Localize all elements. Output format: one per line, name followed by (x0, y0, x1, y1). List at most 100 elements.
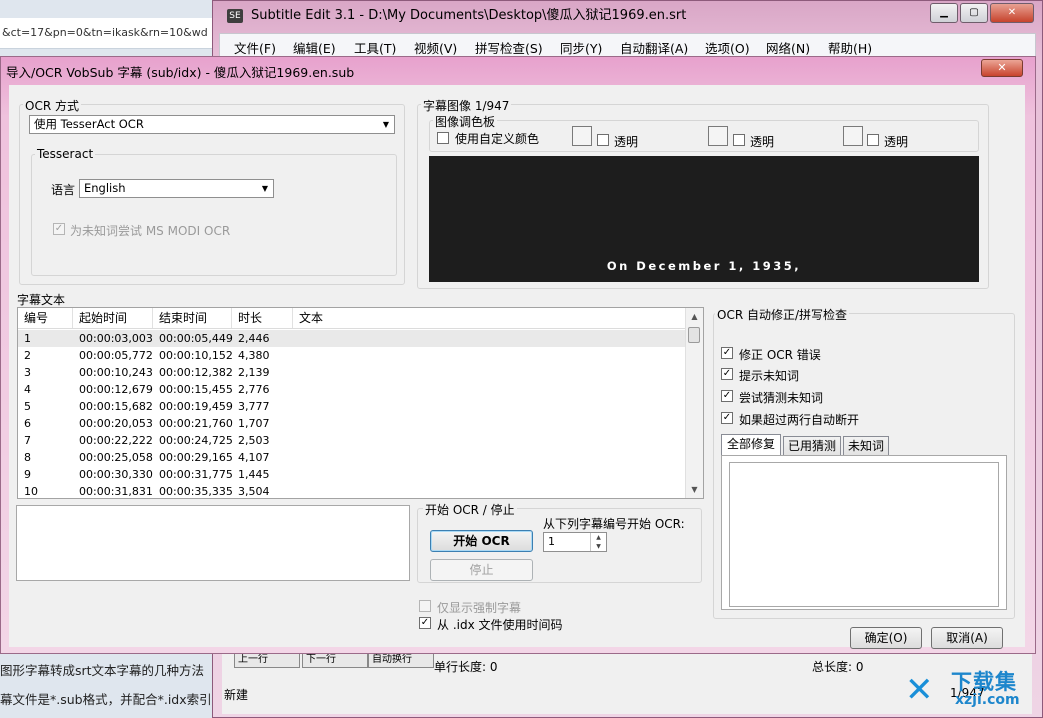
table-scrollbar[interactable]: ▲ ▼ (685, 308, 703, 498)
cell-number: 7 (24, 434, 31, 447)
tab-all-fixes[interactable]: 全部修复 (721, 434, 781, 455)
transparent-2-label: 透明 (750, 135, 775, 149)
start-from-number-stepper[interactable]: 1 ▲ ▼ (543, 532, 607, 552)
browser-article-line-1: 图形字幕转成srt文本字幕的几种方法 (0, 663, 205, 678)
menu-options[interactable]: 选项(O) (705, 38, 750, 57)
transparent-3-checkbox[interactable] (867, 134, 879, 146)
line-length-label: 单行长度: 0 (434, 660, 498, 674)
watermark-domain: xzji.com (955, 692, 1020, 708)
scroll-down-icon[interactable]: ▼ (686, 481, 703, 498)
stepper-arrows-icon[interactable]: ▲ ▼ (590, 533, 606, 551)
table-row[interactable]: 4 00:00:12,679 00:00:15,455 2,776 (18, 381, 686, 398)
menu-help[interactable]: 帮助(H) (828, 38, 872, 57)
transparent-1-label: 透明 (614, 135, 639, 149)
table-row[interactable]: 5 00:00:15,682 00:00:19,459 3,777 (18, 398, 686, 415)
menu-video[interactable]: 视频(V) (414, 38, 457, 57)
color-swatch-3[interactable] (843, 126, 863, 146)
ocr-method-select[interactable]: 使用 TesserAct OCR ▼ (29, 115, 395, 134)
transparent-1-checkbox[interactable] (597, 134, 609, 146)
auto-correct-label: OCR 自动修正/拼写检查 (715, 306, 850, 323)
cell-end-time: 00:00:15,455 (159, 383, 233, 396)
start-ocr-button[interactable]: 开始 OCR (430, 530, 533, 552)
next-line-button[interactable]: 下一行 (302, 652, 368, 668)
prompt-unknown-checkbox[interactable]: ✓ (721, 368, 733, 380)
dialog-close-button[interactable]: ✕ (981, 59, 1023, 77)
menu-file[interactable]: 文件(F) (234, 38, 276, 57)
close-button[interactable]: ✕ (990, 3, 1034, 23)
cell-start-time: 00:00:30,330 (79, 468, 153, 481)
fix-ocr-errors-checkbox[interactable]: ✓ (721, 347, 733, 359)
table-row[interactable]: 10 00:00:31,831 00:00:35,335 3,504 (18, 483, 686, 498)
cell-number: 5 (24, 400, 31, 413)
minimize-button[interactable]: ▁ (930, 3, 958, 23)
menu-sync[interactable]: 同步(Y) (560, 38, 602, 57)
guess-unknown-checkbox[interactable]: ✓ (721, 390, 733, 402)
cell-end-time: 00:00:10,152 (159, 349, 233, 362)
cell-duration: 1,707 (238, 417, 270, 430)
ok-button[interactable]: 确定(O) (850, 627, 922, 649)
cell-number: 6 (24, 417, 31, 430)
auto-break-label: 如果超过两行自动断开 (739, 413, 860, 427)
stop-ocr-button[interactable]: 停止 (430, 559, 533, 581)
menu-tools[interactable]: 工具(T) (354, 38, 396, 57)
tesseract-group (31, 154, 397, 276)
cell-end-time: 00:00:29,165 (159, 451, 233, 464)
table-row[interactable]: 3 00:00:10,243 00:00:12,382 2,139 (18, 364, 686, 381)
table-row[interactable]: 2 00:00:05,772 00:00:10,152 4,380 (18, 347, 686, 364)
scroll-thumb[interactable] (688, 327, 700, 343)
tab-guesses-used[interactable]: 已用猜测 (783, 436, 841, 455)
maximize-button[interactable]: ▢ (960, 3, 988, 23)
menu-spellcheck[interactable]: 拼写检查(S) (475, 38, 543, 57)
subtitle-text-editor[interactable] (16, 505, 410, 581)
language-select[interactable]: English ▼ (79, 179, 274, 198)
menu-network[interactable]: 网络(N) (766, 38, 810, 57)
cell-start-time: 00:00:12,679 (79, 383, 153, 396)
color-swatch-1[interactable] (572, 126, 592, 146)
col-end-time[interactable]: 结束时间 (153, 308, 232, 328)
forced-only-label: 仅显示强制字幕 (437, 601, 522, 615)
cell-duration: 2,503 (238, 434, 270, 447)
fixes-list[interactable] (721, 455, 1007, 610)
cell-number: 3 (24, 366, 31, 379)
window-controls: ▁ ▢ ✕ (930, 3, 1034, 23)
subtitle-table: 编号 起始时间 结束时间 时长 文本 1 00:00:03,003 00:00:05… (17, 307, 704, 499)
chevron-down-icon: ▼ (261, 184, 269, 193)
prompt-unknown-label: 提示未知词 (739, 369, 800, 383)
menu-bar: 文件(F) 编辑(E) 工具(T) 视频(V) 拼写检查(S) 同步(Y) 自动… (219, 33, 1036, 57)
menu-autotranslate[interactable]: 自动翻译(A) (620, 38, 688, 57)
app-icon: SE (227, 8, 243, 23)
cell-number: 10 (24, 485, 38, 498)
guess-unknown-label: 尝试猜测未知词 (739, 391, 824, 405)
table-row[interactable]: 1 00:00:03,003 00:00:05,449 2,446 (18, 330, 686, 347)
cancel-button[interactable]: 取消(A) (931, 627, 1003, 649)
prev-line-button[interactable]: 上一行 (234, 652, 300, 668)
browser-address-bar[interactable]: &ct=17&pn=0&tn=ikask&rn=10&wd (0, 18, 215, 49)
cell-duration: 3,777 (238, 400, 270, 413)
cell-number: 8 (24, 451, 31, 464)
col-text[interactable]: 文本 (293, 308, 686, 328)
fixes-list-inner[interactable] (729, 462, 999, 607)
transparent-2-checkbox[interactable] (733, 134, 745, 146)
table-row[interactable]: 8 00:00:25,058 00:00:29,165 4,107 (18, 449, 686, 466)
table-row[interactable]: 7 00:00:22,222 00:00:24,725 2,503 (18, 432, 686, 449)
col-duration[interactable]: 时长 (232, 308, 293, 328)
cell-duration: 4,107 (238, 451, 270, 464)
col-start-time[interactable]: 起始时间 (73, 308, 153, 328)
col-number[interactable]: 编号 (18, 308, 73, 328)
table-row[interactable]: 9 00:00:30,330 00:00:31,775 1,445 (18, 466, 686, 483)
cell-end-time: 00:00:12,382 (159, 366, 233, 379)
cell-duration: 3,504 (238, 485, 270, 498)
tab-unknown-words[interactable]: 未知词 (843, 436, 889, 455)
use-idx-time-checkbox[interactable]: ✓ (419, 617, 431, 629)
color-swatch-2[interactable] (708, 126, 728, 146)
cell-start-time: 00:00:03,003 (79, 332, 153, 345)
custom-colors-checkbox[interactable] (437, 132, 449, 144)
table-row[interactable]: 6 00:00:20,053 00:00:21,760 1,707 (18, 415, 686, 432)
auto-break-checkbox[interactable]: ✓ (721, 412, 733, 424)
scroll-up-icon[interactable]: ▲ (686, 308, 703, 325)
forced-only-checkbox[interactable] (419, 600, 431, 612)
status-text: 新建 (224, 688, 249, 702)
menu-edit[interactable]: 编辑(E) (293, 38, 336, 57)
modi-ocr-checkbox[interactable]: ✓ (53, 223, 65, 235)
auto-wrap-button[interactable]: 自动换行 (368, 652, 434, 668)
